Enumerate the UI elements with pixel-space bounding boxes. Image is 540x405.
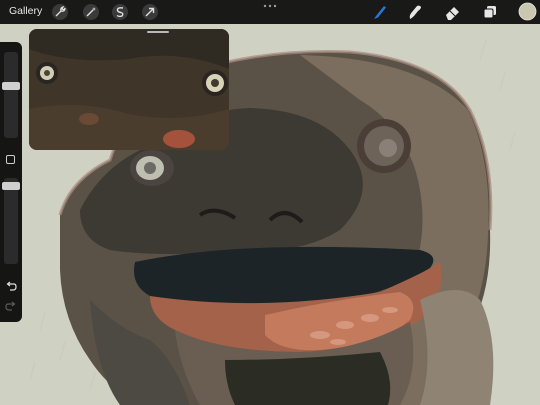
opacity-slider[interactable] bbox=[4, 178, 18, 264]
transform-arrow-icon[interactable] bbox=[141, 3, 159, 21]
layers-icon[interactable] bbox=[481, 3, 499, 21]
left-sidebar bbox=[0, 42, 22, 322]
more-dots-icon[interactable] bbox=[263, 3, 277, 9]
top-toolbar: Gallery bbox=[0, 0, 540, 24]
brush-size-slider[interactable] bbox=[4, 52, 18, 138]
brush-size-thumb[interactable] bbox=[2, 82, 20, 90]
wrench-icon[interactable] bbox=[51, 3, 69, 21]
reference-image bbox=[29, 29, 229, 150]
eraser-icon[interactable] bbox=[443, 3, 461, 21]
reference-drag-handle[interactable] bbox=[147, 31, 169, 33]
reference-window[interactable] bbox=[29, 29, 229, 150]
undo-icon[interactable] bbox=[5, 280, 17, 292]
color-swatch-icon[interactable] bbox=[518, 2, 537, 21]
redo-icon[interactable] bbox=[5, 300, 17, 312]
selection-s-icon[interactable] bbox=[111, 3, 129, 21]
opacity-thumb[interactable] bbox=[2, 182, 20, 190]
brush-icon[interactable] bbox=[371, 3, 389, 21]
magic-wand-icon[interactable] bbox=[82, 3, 100, 21]
gallery-button[interactable]: Gallery bbox=[9, 5, 42, 17]
smudge-icon[interactable] bbox=[406, 3, 424, 21]
modify-button[interactable] bbox=[6, 155, 15, 164]
